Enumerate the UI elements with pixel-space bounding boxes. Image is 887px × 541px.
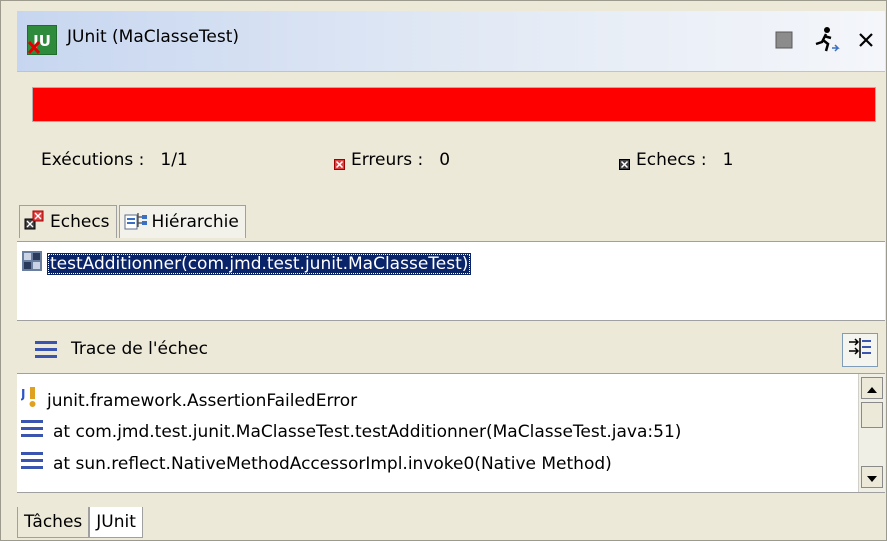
errors-label: Erreurs :: [351, 150, 424, 170]
trace-line-text: junit.framework.AssertionFailedError: [47, 390, 358, 411]
junit-exception-icon: J: [20, 386, 41, 415]
tab-taches-label: Tâches: [24, 512, 83, 532]
trace-title: Trace de l'échec: [71, 339, 208, 359]
scroll-thumb[interactable]: [861, 402, 883, 428]
scroll-down-button[interactable]: [861, 466, 883, 488]
failures-counter: Echecs : 1: [619, 150, 733, 170]
executions-label: Exécutions :: [41, 150, 145, 170]
junit-icon: JU: [27, 25, 57, 55]
failure-item-label: testAdditionner(com.jmd.test.junit.MaCla…: [47, 252, 472, 275]
errors-value: 0: [439, 150, 451, 170]
trace-line[interactable]: J junit.framework.AssertionFailedError: [20, 386, 358, 415]
test-progress-bar: [32, 87, 876, 122]
minimize-icon[interactable]: [767, 23, 801, 57]
failure-icon: [619, 155, 630, 170]
trace-header: Trace de l'échec: [17, 331, 885, 369]
failures-value: 1: [722, 150, 734, 170]
arrow-up-icon: [867, 378, 877, 398]
trace-line[interactable]: at com.jmd.test.junit.MaClasseTest.testA…: [21, 419, 681, 444]
errors-counter: Erreurs : 0: [334, 150, 450, 170]
hierarchy-icon: [124, 209, 148, 236]
trace-line-text: at com.jmd.test.junit.MaClasseTest.testA…: [53, 421, 682, 442]
filter-stack-button[interactable]: [842, 333, 878, 367]
tab-junit-label: JUnit: [96, 512, 136, 532]
scroll-up-button[interactable]: [861, 377, 883, 399]
tab-hierarchie-label: Hiérarchie: [151, 212, 239, 232]
result-tabs: Echecs Hiérarchie: [19, 205, 246, 239]
failures-label: Echecs :: [636, 150, 707, 170]
trace-list: J junit.framework.AssertionFailedError a…: [17, 373, 885, 493]
view-titlebar: JU JUnit (MaClasseTest): [17, 11, 885, 72]
stack-frame-icon: [21, 419, 43, 444]
tab-hierarchie[interactable]: Hiérarchie: [118, 205, 246, 238]
error-icon: [334, 155, 345, 170]
trace-line[interactable]: at sun.reflect.NativeMethodAccessorImpl.…: [21, 451, 612, 476]
view-tabs: Tâches JUnit: [17, 507, 143, 540]
list-icon: [35, 340, 57, 365]
tab-echecs-label: Echecs: [50, 212, 110, 232]
tab-echecs[interactable]: Echecs: [19, 205, 117, 238]
failure-item[interactable]: testAdditionner(com.jmd.test.junit.MaCla…: [21, 250, 472, 277]
failures-tree: testAdditionner(com.jmd.test.junit.MaCla…: [17, 241, 885, 321]
view-title: JUnit (MaClasseTest): [67, 27, 240, 47]
runner-icon[interactable]: [809, 23, 843, 57]
arrow-down-icon: [867, 467, 877, 487]
test-method-icon: [21, 250, 43, 277]
executions-counter: Exécutions : 1/1: [41, 150, 188, 170]
tab-junit[interactable]: JUnit: [89, 507, 143, 538]
tab-taches[interactable]: Tâches: [17, 507, 90, 538]
test-counters: Exécutions : 1/1 Erreurs : 0 Echecs : 1: [1, 150, 886, 174]
svg-text:J: J: [21, 387, 25, 401]
vertical-scrollbar[interactable]: [858, 374, 885, 492]
executions-value: 1/1: [160, 150, 188, 170]
stack-frame-icon: [21, 451, 43, 476]
close-icon[interactable]: [849, 23, 883, 57]
junit-view: JU JUnit (MaClasseTest) Exécutions : 1/1: [0, 0, 887, 541]
filter-stack-icon: [848, 337, 872, 364]
failures-icon: [24, 209, 46, 236]
trace-line-text: at sun.reflect.NativeMethodAccessorImpl.…: [53, 453, 612, 474]
